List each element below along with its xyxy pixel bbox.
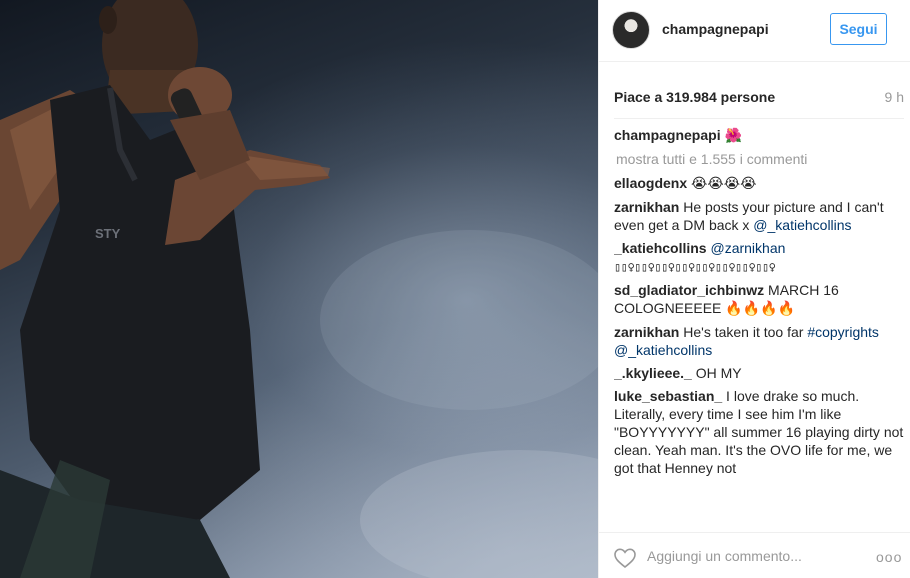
view-all-comments-link[interactable]: mostra tutti e 1.555 i commenti [616,150,906,168]
comment-item: _.kkylieee._ OH MY [614,364,906,382]
post-header: champagnepapi Segui [599,0,910,62]
caption-username[interactable]: champagnepapi [614,127,721,143]
comment-username[interactable]: _.kkylieee._ [614,365,692,381]
unrendered-emoji-glyphs: ▯▯♀▯▯♀▯▯♀▯▯♀▯▯♀▯▯♀▯▯♀▯▯♀ [614,260,776,274]
performer-photo-illustration: STY [0,0,598,578]
comments-list: champagnepapi 🌺 mostra tutti e 1.555 i c… [614,126,906,524]
mention-link[interactable]: @_katiehcollins [753,217,851,233]
divider [614,118,904,119]
comment-text: He's taken it too far [679,324,808,340]
comment-username[interactable]: luke_sebastian_ [614,388,722,404]
comment-item: zarnikhan He posts your picture and I ca… [614,198,906,234]
mention-link[interactable]: @zarnikhan [710,240,785,256]
comment-username[interactable]: zarnikhan [614,199,679,215]
comment-item: _katiehcollins @zarnikhan ▯▯♀▯▯♀▯▯♀▯▯♀▯▯♀… [614,239,906,276]
comment-footer: Aggiungi un commento... ooo [599,532,910,578]
post-photo[interactable]: STY [0,0,598,578]
shirt-text: STY [95,226,121,241]
follow-button[interactable]: Segui [830,13,887,45]
post-time[interactable]: 9 h [885,89,904,105]
hibiscus-emoji: 🌺 [724,128,742,144]
add-comment-input[interactable]: Aggiungi un commento... [647,548,802,564]
likes-count[interactable]: Piace a 319.984 persone [614,89,775,105]
crying-emoji: 😭😭😭😭 [691,176,757,192]
post-username[interactable]: champagnepapi [662,21,769,37]
avatar[interactable] [612,11,650,49]
comment-item: sd_gladiator_ichbinwz MARCH 16 COLOGNEEE… [614,281,906,318]
likes-row: Piace a 319.984 persone 9 h [614,89,904,109]
heart-icon[interactable] [613,547,637,569]
post-side-panel: champagnepapi Segui Piace a 319.984 pers… [598,0,910,578]
comment-username[interactable]: _katiehcollins [614,240,707,256]
comment-item: luke_sebastian_ I love drake so much. Li… [614,387,906,477]
comment-username[interactable]: zarnikhan [614,324,679,340]
comment-item: ellaogdenx 😭😭😭😭 [614,174,906,193]
comment-text: OH MY [691,365,742,381]
comment-username[interactable]: ellaogdenx [614,175,687,191]
fire-emoji: 🔥🔥🔥🔥 [725,301,795,317]
comment-item: zarnikhan He's taken it too far #copyrig… [614,323,906,359]
more-options-icon[interactable]: ooo [876,549,902,565]
comment-username[interactable]: sd_gladiator_ichbinwz [614,282,764,298]
caption: champagnepapi 🌺 [614,126,906,145]
